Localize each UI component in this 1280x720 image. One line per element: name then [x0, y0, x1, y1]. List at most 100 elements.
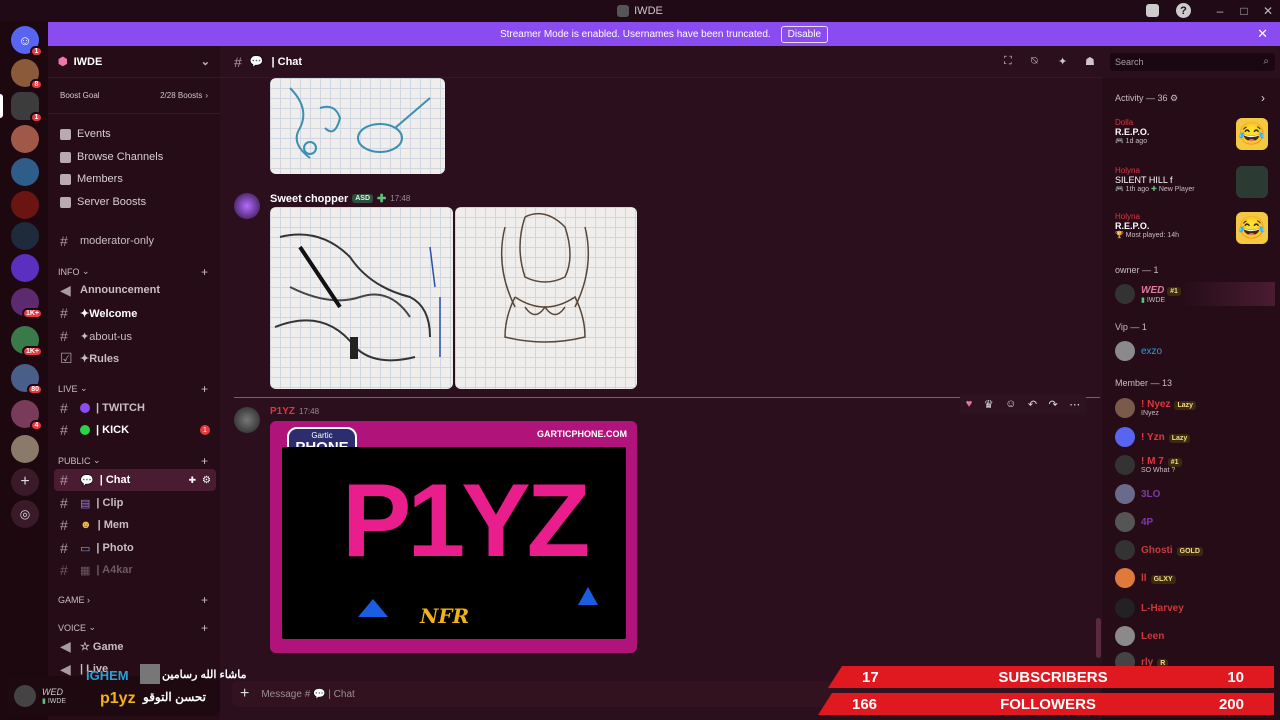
member-owner[interactable]: WED #1 ▮ IWDE — [1115, 282, 1275, 306]
reaction-icon[interactable]: ♥ — [966, 398, 973, 410]
threads-icon[interactable]: ⛶ — [1004, 55, 1012, 68]
channel-a4kar[interactable]: # ▦ | A4kar — [54, 559, 216, 581]
member-row[interactable]: ! Yzn Lazy — [1115, 425, 1275, 449]
channel-clip[interactable]: # ▤ | Clip — [54, 492, 216, 514]
channel-kick[interactable]: # | KICK 1 — [54, 419, 216, 441]
add-attachment-icon[interactable]: + — [240, 685, 249, 703]
nav-events[interactable]: Events — [60, 128, 111, 140]
channel-chat[interactable]: # 💬 | Chat ✚ ⚙ — [54, 469, 216, 491]
inbox-icon[interactable] — [1146, 4, 1159, 17]
invite-icon[interactable]: ✚ — [188, 475, 196, 486]
nav-browse-channels[interactable]: Browse Channels — [60, 151, 163, 163]
chevron-right-icon: › — [205, 91, 208, 100]
hash-icon: # — [60, 233, 68, 249]
server-icon[interactable]: 80 — [11, 364, 43, 395]
server-icon[interactable] — [11, 435, 39, 463]
direct-messages-icon[interactable]: ☺ 1 — [11, 26, 43, 57]
category-game[interactable]: GAME › + — [58, 593, 208, 607]
server-icon[interactable] — [11, 222, 39, 250]
composer-placeholder: Message # — [261, 688, 311, 700]
chevron-right-icon[interactable]: › — [1261, 91, 1265, 105]
avatar[interactable] — [234, 407, 260, 433]
drawing-hands-image[interactable] — [270, 207, 453, 389]
author-name[interactable]: Sweet chopper — [270, 193, 348, 205]
server-icon[interactable]: 1K+ — [11, 125, 39, 153]
member-vip[interactable]: exzo — [1115, 339, 1162, 363]
chat-scrollbar[interactable] — [1096, 618, 1101, 658]
member-row[interactable]: ll GLXY — [1115, 566, 1275, 590]
more-icon[interactable]: ⋯ — [1069, 398, 1080, 411]
gartic-phone-embed[interactable]: Gartic PHONE GARTICPHONE.COM P1YZ NFR — [270, 421, 637, 653]
server-icon[interactable]: 1K+ — [11, 288, 43, 319]
add-channel-icon[interactable]: + — [201, 621, 208, 635]
close-banner-icon[interactable]: ✕ — [1257, 26, 1268, 42]
member-row[interactable]: 3LO — [1115, 482, 1275, 506]
channel-welcome[interactable]: # ✦Welcome — [54, 302, 216, 324]
category-label: INFO — [58, 266, 80, 277]
category-info[interactable]: INFO ⌄ + — [58, 265, 208, 279]
member-row[interactable]: Ghosti GOLD — [1115, 538, 1275, 562]
disable-button[interactable]: Disable — [780, 25, 829, 43]
avatar[interactable] — [14, 685, 36, 707]
avatar[interactable] — [234, 193, 260, 219]
author-name[interactable]: P1YZ — [270, 406, 295, 417]
channel-about-us[interactable]: # ✦about-us — [54, 325, 216, 347]
add-channel-icon[interactable]: + — [201, 382, 208, 396]
category-live[interactable]: LIVE ⌄ + — [58, 382, 208, 396]
triangle-right-icon — [578, 587, 598, 605]
channel-moderator-only[interactable]: # moderator-only — [54, 230, 216, 252]
bell-muted-icon[interactable]: ⍉ — [1031, 55, 1038, 68]
server-icon[interactable] — [11, 158, 39, 186]
member-row[interactable]: Leen — [1115, 624, 1275, 648]
discover-icon[interactable]: ◎ — [11, 500, 39, 528]
pin-icon[interactable]: ✦ — [1058, 55, 1067, 68]
add-channel-icon[interactable]: + — [201, 593, 208, 607]
channel-title: | Chat — [271, 55, 303, 68]
member-list-icon[interactable]: ☗ — [1085, 55, 1095, 68]
message-time: 17:48 — [390, 194, 411, 203]
server-icon-iwde[interactable]: 1 — [11, 92, 43, 123]
boost-goal-bar[interactable]: Boost Goal 2/28 Boosts › — [48, 78, 220, 114]
nav-members[interactable]: Members — [60, 173, 123, 185]
add-channel-icon[interactable]: + — [201, 454, 208, 468]
reply-icon[interactable]: ↶ — [1028, 398, 1037, 411]
voice-channel-game[interactable]: ◀ ☆ Game — [54, 635, 216, 657]
message-input[interactable]: Message # 💬 | Chat — [261, 689, 354, 700]
server-name: IWDE — [73, 55, 103, 68]
close-window-icon[interactable]: ✕ — [1256, 4, 1280, 18]
server-header[interactable]: ⬢ IWDE ⌄ — [48, 46, 220, 78]
channel-announcement[interactable]: ◀ Announcement — [54, 279, 216, 301]
minimize-icon[interactable]: – — [1208, 4, 1232, 18]
drawing-girl-image[interactable] — [455, 207, 637, 389]
server-icon[interactable] — [11, 254, 39, 282]
server-icon[interactable] — [11, 191, 39, 219]
member-row[interactable]: L-Harvey — [1115, 596, 1275, 620]
channel-mem[interactable]: # ☻ | Mem — [54, 514, 216, 536]
category-voice[interactable]: VOICE ⌄ + — [58, 621, 208, 635]
gear-icon[interactable]: ⚙ — [1170, 93, 1178, 103]
app-icon[interactable]: ♛ — [984, 398, 994, 411]
channel-twitch[interactable]: # | TWITCH — [54, 397, 216, 419]
member-sub: IWDE — [1146, 296, 1166, 304]
maximize-icon[interactable]: □ — [1232, 4, 1256, 18]
member-row[interactable]: ! Nyez Lazy INyez — [1115, 396, 1275, 420]
add-channel-icon[interactable]: + — [201, 265, 208, 279]
category-public[interactable]: PUBLIC ⌄ + — [58, 454, 208, 468]
emoji-icon[interactable]: ☺ — [1005, 398, 1016, 410]
server-icon[interactable]: 1K+ — [11, 326, 43, 357]
server-icon[interactable]: 4 — [11, 400, 43, 431]
channel-rules[interactable]: ☑ ✦Rules — [54, 347, 216, 369]
avatar — [1115, 598, 1135, 618]
channel-label: ☆ Game — [80, 640, 124, 653]
member-row[interactable]: 4P — [1115, 510, 1275, 534]
channel-photo[interactable]: # ▭ | Photo — [54, 537, 216, 559]
server-icon[interactable]: 8 — [11, 59, 43, 90]
nav-server-boosts[interactable]: Server Boosts — [60, 196, 146, 208]
forward-icon[interactable]: ↷ — [1049, 398, 1058, 411]
add-server-icon[interactable]: + — [11, 468, 39, 496]
guitar-drawing-image[interactable] — [270, 78, 445, 174]
search-input[interactable]: Search ⌕ — [1110, 53, 1275, 71]
member-row[interactable]: ! M 7 #1 SO What ? — [1115, 453, 1275, 477]
help-icon[interactable]: ? — [1176, 3, 1191, 18]
gear-icon[interactable]: ⚙ — [202, 475, 211, 486]
